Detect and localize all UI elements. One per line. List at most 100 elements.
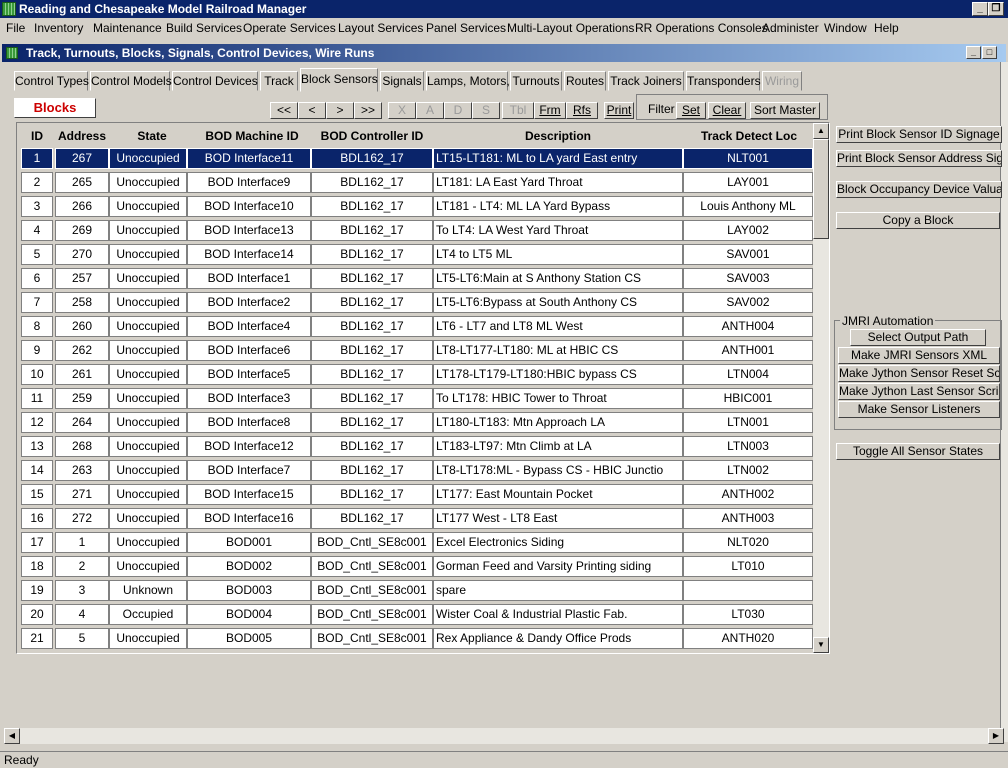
menu-maintenance[interactable]: Maintenance <box>93 21 162 35</box>
cell-description[interactable]: Excel Electronics Siding <box>433 532 683 553</box>
cell-state[interactable]: Unoccupied <box>109 388 187 409</box>
cell-id[interactable]: 4 <box>21 220 53 241</box>
table-row[interactable]: 14 263 Unoccupied BOD Interface7 BDL162_17 LT… <box>17 459 813 483</box>
cell-state[interactable]: Unoccupied <box>109 292 187 313</box>
cell-address[interactable]: 267 <box>55 148 109 169</box>
cell-track-detect-loc[interactable]: LAY002 <box>683 220 813 241</box>
cell-description[interactable]: To LT178: HBIC Tower to Throat <box>433 388 683 409</box>
cell-track-detect-loc[interactable]: LTN003 <box>683 436 813 457</box>
cell-id[interactable]: 20 <box>21 604 53 625</box>
last-record-button[interactable]: >> <box>354 102 382 119</box>
cell-state[interactable]: Unoccupied <box>109 268 187 289</box>
print-block-sensor-id-signage-button[interactable]: Print Block Sensor ID Signage <box>836 126 1002 143</box>
block-occupancy-device-valuation-button[interactable]: Block Occupancy Device Valuation <box>836 181 1002 198</box>
menu-panel-services[interactable]: Panel Services <box>426 21 506 35</box>
cell-address[interactable]: 270 <box>55 244 109 265</box>
cell-track-detect-loc[interactable]: ANTH020 <box>683 628 813 649</box>
column-header-address[interactable]: Address <box>55 129 109 143</box>
cell-bod-machine-id[interactable]: BOD001 <box>187 532 311 553</box>
cell-state[interactable]: Unoccupied <box>109 412 187 433</box>
cell-description[interactable]: LT6 - LT7 and LT8 ML West <box>433 316 683 337</box>
cell-track-detect-loc[interactable]: LTN002 <box>683 460 813 481</box>
cell-bod-controller-id[interactable]: BDL162_17 <box>311 292 433 313</box>
cell-bod-machine-id[interactable]: BOD Interface15 <box>187 484 311 505</box>
duplicate-button[interactable]: D <box>444 102 472 119</box>
cell-bod-controller-id[interactable]: BDL162_17 <box>311 148 433 169</box>
next-record-button[interactable]: > <box>326 102 354 119</box>
table-row[interactable]: 3 266 Unoccupied BOD Interface10 BDL162_17 LT… <box>17 195 813 219</box>
make-jython-sensor-reset-script-button[interactable]: Make Jython Sensor Reset Script <box>838 365 1000 382</box>
tab-signals[interactable]: Signals <box>380 71 424 91</box>
cell-description[interactable]: LT4 to LT5 ML <box>433 244 683 265</box>
cell-bod-controller-id[interactable]: BDL162_17 <box>311 388 433 409</box>
cell-state[interactable]: Unoccupied <box>109 484 187 505</box>
cell-state[interactable]: Unoccupied <box>109 532 187 553</box>
cell-bod-machine-id[interactable]: BOD003 <box>187 580 311 601</box>
column-header-bod-machine-id[interactable]: BOD Machine ID <box>187 129 317 143</box>
cell-state[interactable]: Unoccupied <box>109 196 187 217</box>
cell-description[interactable]: LT177: East Mountain Pocket <box>433 484 683 505</box>
cell-bod-controller-id[interactable]: BDL162_17 <box>311 340 433 361</box>
cell-bod-machine-id[interactable]: BOD Interface8 <box>187 412 311 433</box>
menu-multi-layout-operations[interactable]: Multi-Layout Operations <box>507 21 634 35</box>
cell-address[interactable]: 268 <box>55 436 109 457</box>
cell-bod-machine-id[interactable]: BOD005 <box>187 628 311 649</box>
cell-bod-machine-id[interactable]: BOD Interface5 <box>187 364 311 385</box>
table-row[interactable]: 4 269 Unoccupied BOD Interface13 BDL162_17 To… <box>17 219 813 243</box>
cell-description[interactable]: LT177 West - LT8 East <box>433 508 683 529</box>
cell-track-detect-loc[interactable]: ANTH003 <box>683 508 813 529</box>
cell-bod-machine-id[interactable]: BOD Interface1 <box>187 268 311 289</box>
cell-state[interactable]: Unoccupied <box>109 628 187 649</box>
cell-description[interactable]: spare <box>433 580 683 601</box>
cell-description[interactable]: LT183-LT97: Mtn Climb at LA <box>433 436 683 457</box>
cell-state[interactable]: Unoccupied <box>109 148 187 169</box>
cell-description[interactable]: LT5-LT6:Main at S Anthony Station CS <box>433 268 683 289</box>
filter-set-button[interactable]: Set <box>676 102 706 119</box>
delete-button[interactable]: X <box>388 102 416 119</box>
cell-address[interactable]: 266 <box>55 196 109 217</box>
scroll-up-icon[interactable]: ▲ <box>813 123 829 139</box>
cell-address[interactable]: 261 <box>55 364 109 385</box>
child-maximize-icon[interactable]: □ <box>982 46 997 59</box>
tab-block-sensors[interactable]: Block Sensors <box>300 68 378 92</box>
cell-bod-machine-id[interactable]: BOD Interface13 <box>187 220 311 241</box>
cell-track-detect-loc[interactable]: ANTH002 <box>683 484 813 505</box>
cell-address[interactable]: 3 <box>55 580 109 601</box>
cell-address[interactable]: 4 <box>55 604 109 625</box>
tab-turnouts[interactable]: Turnouts <box>510 71 562 91</box>
cell-bod-machine-id[interactable]: BOD Interface16 <box>187 508 311 529</box>
cell-address[interactable]: 5 <box>55 628 109 649</box>
cell-state[interactable]: Unknown <box>109 580 187 601</box>
tab-transponders[interactable]: Transponders <box>686 71 761 91</box>
cell-state[interactable]: Unoccupied <box>109 220 187 241</box>
cell-bod-machine-id[interactable]: BOD Interface7 <box>187 460 311 481</box>
sort-master-button[interactable]: Sort Master <box>750 102 820 119</box>
cell-id[interactable]: 11 <box>21 388 53 409</box>
cell-bod-controller-id[interactable]: BDL162_17 <box>311 172 433 193</box>
tab-control-types[interactable]: Control Types <box>14 71 89 91</box>
cell-bod-controller-id[interactable]: BDL162_17 <box>311 316 433 337</box>
column-header-id[interactable]: ID <box>21 129 53 143</box>
cell-track-detect-loc[interactable]: ANTH001 <box>683 340 813 361</box>
tab-control-models[interactable]: Control Models <box>90 71 172 91</box>
restore-icon[interactable]: ❐ <box>988 2 1004 16</box>
cell-address[interactable]: 272 <box>55 508 109 529</box>
cell-address[interactable]: 269 <box>55 220 109 241</box>
blocks-grid[interactable]: ID Address State BOD Machine ID BOD Cont… <box>16 122 830 654</box>
column-header-bod-controller-id[interactable]: BOD Controller ID <box>307 129 437 143</box>
cell-bod-machine-id[interactable]: BOD002 <box>187 556 311 577</box>
cell-description[interactable]: Wister Coal & Industrial Plastic Fab. <box>433 604 683 625</box>
cell-address[interactable]: 264 <box>55 412 109 433</box>
table-row[interactable]: 2 265 Unoccupied BOD Interface9 BDL162_17 LT1… <box>17 171 813 195</box>
cell-track-detect-loc[interactable]: NLT020 <box>683 532 813 553</box>
cell-description[interactable]: LT8-LT178:ML - Bypass CS - HBIC Junctio <box>433 460 683 481</box>
cell-track-detect-loc[interactable]: LAY001 <box>683 172 813 193</box>
column-header-description[interactable]: Description <box>433 129 683 143</box>
cell-id[interactable]: 15 <box>21 484 53 505</box>
cell-state[interactable]: Unoccupied <box>109 340 187 361</box>
cell-address[interactable]: 265 <box>55 172 109 193</box>
cell-track-detect-loc[interactable]: SAV003 <box>683 268 813 289</box>
cell-bod-controller-id[interactable]: BDL162_17 <box>311 436 433 457</box>
cell-track-detect-loc[interactable]: SAV002 <box>683 292 813 313</box>
cell-id[interactable]: 14 <box>21 460 53 481</box>
